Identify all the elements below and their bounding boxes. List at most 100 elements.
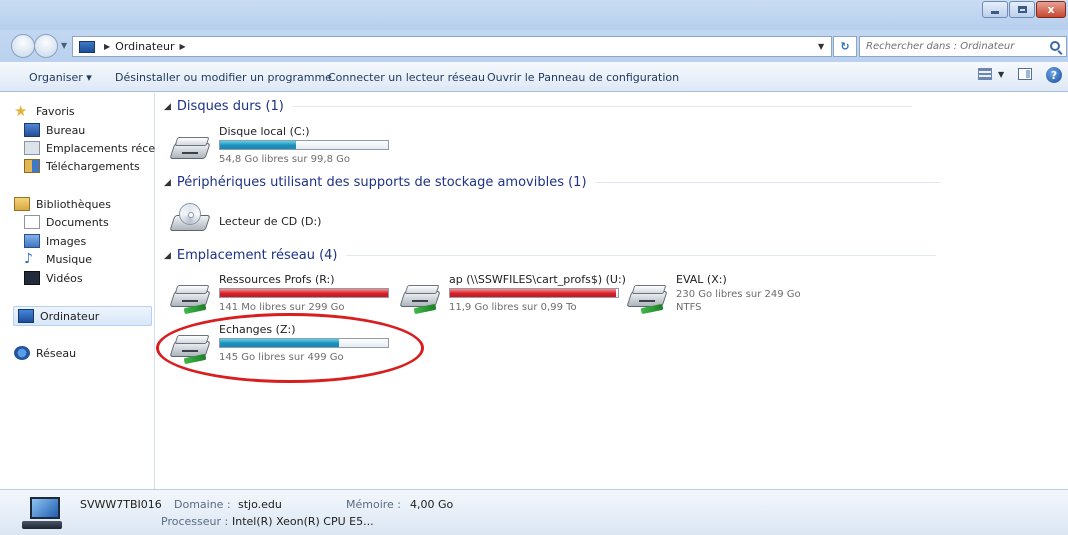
- search-input[interactable]: [866, 41, 1046, 52]
- drive-free-space: 141 Mo libres sur 299 Go: [219, 302, 345, 313]
- nav-desktop[interactable]: Bureau: [24, 123, 85, 137]
- back-button[interactable]: [11, 34, 35, 58]
- network-drive-icon: [169, 281, 211, 315]
- capacity-bar: [219, 140, 389, 150]
- nav-label: Favoris: [36, 104, 75, 118]
- desktop-icon: [24, 123, 40, 137]
- details-pane: SVWW7TBI016 Domaine : stjo.edu Mémoire :…: [0, 489, 1068, 535]
- group-divider: [291, 106, 912, 107]
- nav-libraries[interactable]: Bibliothèques: [14, 197, 111, 211]
- nav-music[interactable]: ♪ Musique: [24, 252, 92, 266]
- nav-videos[interactable]: Vidéos: [24, 271, 83, 285]
- nav-computer[interactable]: Ordinateur: [13, 306, 152, 326]
- recent-pages-dropdown-icon[interactable]: ▼: [61, 41, 67, 50]
- view-options-icon: [978, 68, 992, 80]
- computer-large-icon: [22, 497, 62, 531]
- nav-label: Vidéos: [46, 271, 83, 285]
- navigation-pane: ★ Favoris Bureau Emplacements récer Télé…: [0, 93, 160, 489]
- nav-label: Documents: [46, 215, 109, 229]
- images-icon: [24, 234, 40, 248]
- nav-downloads[interactable]: Téléchargements: [24, 159, 140, 173]
- computer-icon: [79, 40, 95, 53]
- organize-button[interactable]: Organiser ▾: [29, 71, 92, 84]
- cd-drive-icon: [169, 203, 211, 235]
- breadcrumb-computer[interactable]: Ordinateur: [115, 40, 174, 53]
- group-removable[interactable]: ◢ Périphériques utilisant des supports d…: [164, 175, 941, 190]
- drive-free-space: 11,9 Go libres sur 0,99 To: [449, 302, 577, 313]
- map-network-drive-button[interactable]: Connecter un lecteur réseau: [328, 71, 485, 84]
- nav-label: Musique: [46, 252, 92, 266]
- view-dropdown-icon: ▼: [998, 69, 1005, 79]
- nav-label: Réseau: [36, 346, 77, 360]
- group-heading: Disques durs (1): [176, 99, 284, 114]
- address-bar[interactable]: ▶ Ordinateur ▶: [72, 36, 832, 57]
- drive-name: Disque local (C:): [219, 125, 310, 138]
- nav-favorites[interactable]: ★ Favoris: [14, 104, 75, 119]
- network-icon: [14, 346, 30, 360]
- collapse-triangle-icon: ◢: [164, 101, 171, 112]
- group-network-locations[interactable]: ◢ Emplacement réseau (4): [164, 248, 936, 263]
- memory-value: 4,00 Go: [410, 498, 454, 511]
- group-hard-disks[interactable]: ◢ Disques durs (1): [164, 99, 912, 114]
- uninstall-program-button[interactable]: Désinstaller ou modifier un programme: [115, 71, 332, 84]
- computer-icon: [18, 309, 34, 323]
- drive-c[interactable]: Disque local (C:) 54,8 Go libres sur 99,…: [169, 123, 410, 167]
- recent-places-icon: [24, 141, 40, 155]
- refresh-button[interactable]: ↻: [833, 36, 857, 57]
- nav-label: Images: [46, 234, 87, 248]
- maximize-icon: [1017, 6, 1027, 13]
- group-heading: Emplacement réseau (4): [176, 248, 338, 263]
- drive-name: EVAL (X:): [676, 273, 727, 286]
- title-bar: x: [0, 0, 1068, 30]
- help-button[interactable]: ?: [1046, 67, 1062, 83]
- memory-label: Mémoire :: [346, 498, 402, 511]
- drive-r[interactable]: Ressources Profs (R:) 141 Mo libres sur …: [169, 271, 400, 315]
- network-drive-icon: [399, 281, 441, 315]
- forward-button[interactable]: [34, 34, 58, 58]
- drive-x[interactable]: EVAL (X:) 230 Go libres sur 249 Go NTFS: [626, 271, 827, 315]
- view-options-button[interactable]: ▼: [978, 68, 1004, 80]
- close-icon: x: [1047, 3, 1055, 16]
- command-bar: Organiser ▾ Désinstaller ou modifier un …: [0, 62, 1068, 92]
- group-divider: [345, 255, 936, 256]
- drive-free-space: 230 Go libres sur 249 Go: [676, 289, 801, 300]
- domain-value: stjo.edu: [238, 498, 282, 511]
- highlight-annotation: [156, 313, 424, 383]
- domain-label: Domaine :: [174, 498, 231, 511]
- nav-network[interactable]: Réseau: [14, 346, 76, 360]
- maximize-button[interactable]: [1009, 1, 1035, 18]
- documents-icon: [24, 215, 40, 229]
- drive-name: Lecteur de CD (D:): [219, 215, 322, 228]
- address-dropdown-icon[interactable]: ▼: [818, 42, 824, 51]
- breadcrumb-separator-icon[interactable]: ▶: [104, 42, 110, 51]
- breadcrumb-chevron-icon[interactable]: ▶: [179, 42, 185, 51]
- capacity-fill: [220, 141, 296, 149]
- nav-label: Emplacements récer: [46, 141, 160, 155]
- preview-pane-button[interactable]: [1018, 68, 1032, 80]
- capacity-fill: [450, 289, 616, 297]
- minimize-button[interactable]: [982, 1, 1008, 18]
- capacity-bar: [449, 288, 619, 298]
- videos-icon: [24, 271, 40, 285]
- drive-u[interactable]: ap (\\SSWFILES\cart_profs$) (U:) 11,9 Go…: [399, 271, 630, 315]
- collapse-triangle-icon: ◢: [164, 177, 171, 188]
- address-row: ▼ ▶ Ordinateur ▶ ▼ ↻: [0, 30, 1068, 62]
- help-icon: ?: [1046, 67, 1062, 83]
- search-box[interactable]: [859, 36, 1067, 57]
- music-icon: ♪: [24, 251, 33, 267]
- nav-images[interactable]: Images: [24, 234, 86, 248]
- capacity-fill: [220, 289, 388, 297]
- close-button[interactable]: x: [1036, 1, 1066, 18]
- drive-free-space: 54,8 Go libres sur 99,8 Go: [219, 154, 350, 165]
- hard-drive-icon: [169, 133, 211, 163]
- content-pane: ◢ Disques durs (1) Disque local (C:) 54,…: [156, 93, 1068, 489]
- drive-d[interactable]: Lecteur de CD (D:): [169, 199, 370, 239]
- nav-label: Téléchargements: [46, 159, 140, 173]
- open-control-panel-button[interactable]: Ouvrir le Panneau de configuration: [487, 71, 679, 84]
- nav-documents[interactable]: Documents: [24, 215, 109, 229]
- computer-name: SVWW7TBI016: [80, 498, 162, 511]
- libraries-icon: [14, 197, 30, 211]
- nav-recent-places[interactable]: Emplacements récer: [24, 141, 160, 155]
- search-icon[interactable]: [1050, 41, 1060, 51]
- network-drive-icon: [626, 281, 668, 315]
